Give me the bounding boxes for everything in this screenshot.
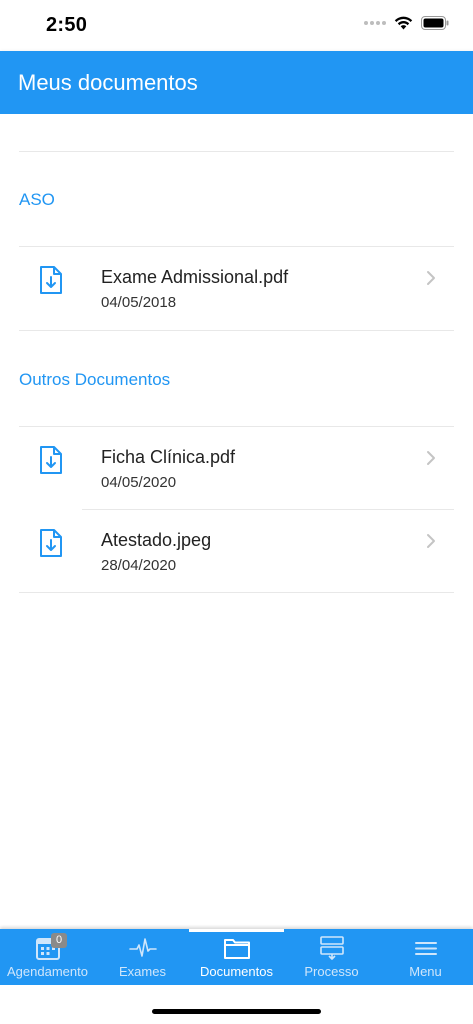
document-row[interactable]: Atestado.jpeg 28/04/2020 (19, 510, 454, 592)
tab-bar: 0 Agendamento Exames Documentos Processo… (0, 929, 473, 985)
tab-label: Menu (409, 964, 442, 979)
status-bar: 2:50 (0, 0, 473, 50)
chevron-right-icon (427, 271, 435, 285)
document-name: Atestado.jpeg (101, 530, 212, 550)
tab-agendamento[interactable]: 0 Agendamento (0, 929, 95, 985)
page-title: Meus documentos (18, 70, 198, 95)
documents-list: ASO Exame Admissional.pdf 04/05/2018 Out… (0, 114, 473, 929)
notification-badge: 0 (51, 933, 67, 948)
document-row[interactable]: Exame Admissional.pdf 04/05/2018 (19, 247, 454, 329)
pulse-icon (128, 938, 157, 957)
file-download-icon (40, 266, 62, 294)
section-title-aso: ASO (19, 190, 55, 209)
document-date: 28/04/2020 (101, 557, 177, 574)
chevron-right-icon (427, 451, 435, 465)
cellular-signal-icon (364, 21, 386, 25)
battery-icon (421, 16, 449, 30)
document-row[interactable]: Ficha Clínica.pdf 04/05/2020 (19, 427, 454, 509)
document-date: 04/05/2020 (101, 474, 177, 491)
divider (19, 151, 454, 152)
tab-label: Processo (304, 964, 359, 979)
tab-exames[interactable]: Exames (95, 929, 190, 985)
document-name: Exame Admissional.pdf (101, 267, 289, 287)
document-date: 04/05/2018 (101, 294, 177, 311)
file-download-icon (40, 529, 62, 557)
active-tab-indicator (189, 929, 284, 932)
tab-documentos[interactable]: Documentos (189, 929, 284, 985)
status-time: 2:50 (46, 14, 88, 36)
divider (19, 330, 454, 331)
chevron-right-icon (427, 534, 435, 548)
tab-menu[interactable]: Menu (378, 929, 473, 985)
home-indicator[interactable] (152, 1009, 321, 1014)
divider (19, 592, 454, 593)
section-title-outros-documentos: Outros Documentos (19, 370, 171, 389)
status-icons (364, 16, 449, 30)
process-flow-icon (319, 936, 344, 960)
document-name: Ficha Clínica.pdf (101, 447, 236, 467)
home-indicator-area (0, 985, 473, 1024)
tab-label: Agendamento (7, 964, 88, 979)
folder-icon (223, 939, 250, 959)
tab-label: Exames (119, 964, 166, 979)
file-download-icon (40, 446, 62, 474)
app-header: Meus documentos (0, 51, 473, 114)
hamburger-menu-icon (414, 942, 437, 955)
wifi-icon (394, 16, 413, 30)
tab-processo[interactable]: Processo (284, 929, 379, 985)
tab-label: Documentos (200, 964, 273, 979)
